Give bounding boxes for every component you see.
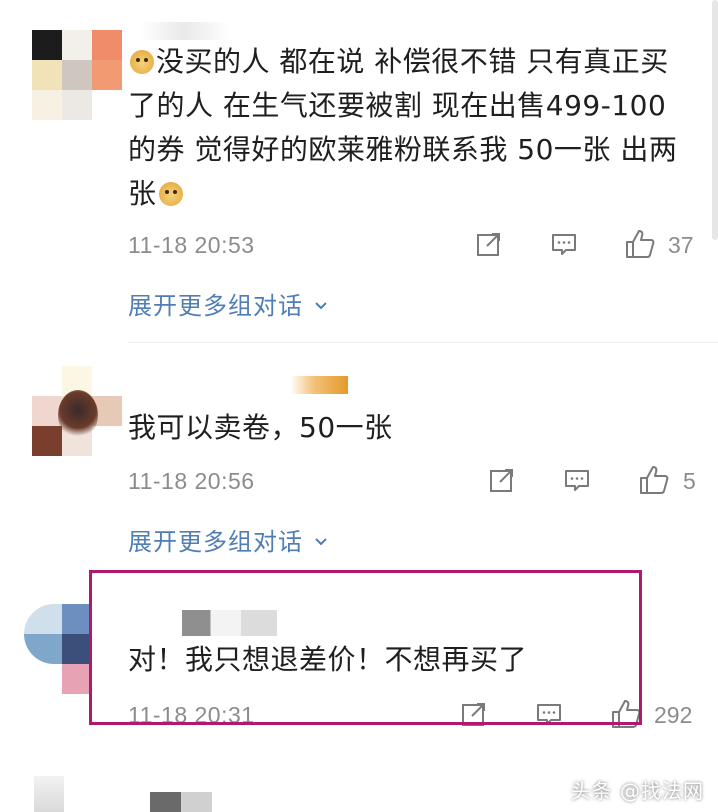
chevron-down-icon <box>314 302 327 310</box>
doge-emoji-icon <box>158 182 183 206</box>
timestamp: 11-18 20:56 <box>128 468 255 494</box>
comment-body: 我可以卖卷，50一张 <box>128 411 393 444</box>
timestamp: 11-18 20:53 <box>128 232 255 258</box>
comment-meta: 11-18 20:53 37 <box>128 228 698 264</box>
avatar[interactable] <box>34 776 64 812</box>
comment-text: 没买的人 都在说 补偿很不错 只有真正买了的人 在生气还要被割 现在出售499-… <box>128 40 688 216</box>
username[interactable] <box>150 792 212 812</box>
comment-body: 没买的人 都在说 补偿很不错 只有真正买了的人 在生气还要被割 现在出售499-… <box>128 45 678 210</box>
like-count: 292 <box>654 702 693 728</box>
username[interactable] <box>290 376 348 394</box>
watermark: 头条 @找法网 <box>570 779 704 803</box>
comment-item: 没买的人 都在说 补偿很不错 只有真正买了的人 在生气还要被割 现在出售499-… <box>0 0 718 330</box>
like-count: 37 <box>668 232 694 258</box>
comment-icon[interactable] <box>563 466 591 494</box>
like-count: 5 <box>683 468 696 494</box>
expand-thread-link[interactable]: 展开更多组对话 <box>128 522 328 557</box>
share-icon[interactable] <box>475 230 503 258</box>
comment-meta: 11-18 20:56 5 <box>128 464 698 500</box>
comment-icon[interactable] <box>550 230 578 258</box>
thumbs-up-icon[interactable] <box>638 464 670 496</box>
chevron-down-icon <box>314 538 327 546</box>
expand-thread-link[interactable]: 展开更多组对话 <box>128 286 328 321</box>
username[interactable] <box>140 22 230 40</box>
expand-label: 展开更多组对话 <box>128 292 303 320</box>
thumbs-up-icon[interactable] <box>624 228 656 260</box>
share-icon[interactable] <box>488 466 516 494</box>
comment-text: 我可以卖卷，50一张 <box>128 406 688 450</box>
highlight-box <box>89 570 642 725</box>
expand-label: 展开更多组对话 <box>128 528 303 556</box>
comment-thread: 没买的人 都在说 补偿很不错 只有真正买了的人 在生气还要被割 现在出售499-… <box>0 0 718 812</box>
avatar[interactable] <box>32 30 122 120</box>
divider <box>128 342 718 343</box>
comment-item: 我可以卖卷，50一张 11-18 20:56 5 展开更多组对话 <box>0 350 718 560</box>
avatar-badge <box>58 390 98 440</box>
doge-emoji-icon <box>130 50 154 74</box>
